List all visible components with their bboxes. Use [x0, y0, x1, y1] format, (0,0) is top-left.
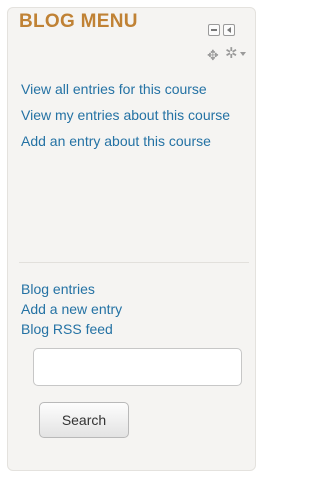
course-links-list: View all entries for this course View my…	[21, 79, 251, 151]
view-my-entries-link[interactable]: View my entries about this course	[21, 105, 251, 125]
blog-links-list: Blog entries Add a new entry Blog RSS fe…	[21, 279, 251, 339]
add-entry-about-course-link[interactable]: Add an entry about this course	[21, 131, 251, 151]
search-input[interactable]	[33, 348, 242, 386]
block-title: BLOG MENU	[19, 11, 138, 32]
search-button[interactable]: Search	[39, 402, 129, 438]
move-icon[interactable]: ✥	[207, 48, 219, 62]
chevron-down-icon[interactable]	[240, 52, 246, 56]
divider	[19, 262, 249, 263]
blog-entries-link[interactable]: Blog entries	[21, 279, 251, 299]
gear-icon[interactable]: ✲	[225, 46, 238, 61]
blog-rss-feed-link[interactable]: Blog RSS feed	[21, 319, 251, 339]
view-all-entries-link[interactable]: View all entries for this course	[21, 79, 251, 99]
dock-block-icon[interactable]	[223, 24, 235, 36]
hide-block-icon[interactable]	[208, 24, 220, 36]
add-new-entry-link[interactable]: Add a new entry	[21, 299, 251, 319]
